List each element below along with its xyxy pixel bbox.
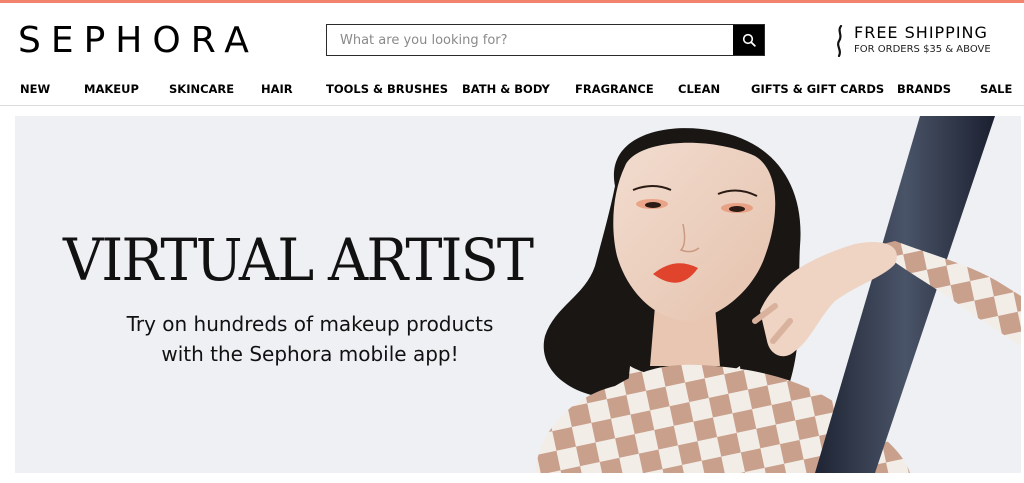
sephora-flame-icon bbox=[837, 25, 843, 57]
hero-subtitle: Try on hundreds of makeup products with … bbox=[75, 309, 545, 369]
hero-model-image bbox=[535, 116, 1021, 473]
search-icon bbox=[742, 33, 756, 47]
page-bottom-spacer bbox=[15, 473, 1021, 483]
main-nav: NEW MAKEUP SKINCARE HAIR TOOLS & BRUSHES… bbox=[0, 73, 1024, 106]
nav-item-gifts-gift-cards[interactable]: GIFTS & GIFT CARDS bbox=[751, 82, 884, 96]
hero-banner[interactable]: VIRTUAL ARTIST Try on hundreds of makeup… bbox=[15, 116, 1021, 473]
nav-item-fragrance[interactable]: FRAGRANCE bbox=[575, 82, 654, 96]
search-bar bbox=[326, 24, 765, 56]
nav-item-sale[interactable]: SALE bbox=[980, 82, 1012, 96]
sephora-logo[interactable]: SEPHORA bbox=[18, 21, 259, 61]
nav-item-brands[interactable]: BRANDS bbox=[897, 82, 951, 96]
hero-title: VIRTUAL ARTIST bbox=[63, 226, 534, 294]
nav-item-makeup[interactable]: MAKEUP bbox=[84, 82, 139, 96]
hero-subtitle-line-1: Try on hundreds of makeup products bbox=[126, 312, 494, 336]
hero-subtitle-line-2: with the Sephora mobile app! bbox=[161, 342, 459, 366]
nav-item-bath-body[interactable]: BATH & BODY bbox=[462, 82, 550, 96]
search-input[interactable] bbox=[327, 25, 732, 55]
free-shipping-subtitle[interactable]: FOR ORDERS $35 & ABOVE bbox=[854, 44, 991, 56]
nav-item-new[interactable]: NEW bbox=[20, 82, 50, 96]
free-shipping-title[interactable]: FREE SHIPPING bbox=[854, 23, 988, 43]
nav-item-tools-brushes[interactable]: TOOLS & BRUSHES bbox=[326, 82, 448, 96]
nav-item-hair[interactable]: HAIR bbox=[261, 82, 293, 96]
nav-item-clean[interactable]: CLEAN bbox=[678, 82, 720, 96]
nav-item-skincare[interactable]: SKINCARE bbox=[169, 82, 234, 96]
search-button[interactable] bbox=[733, 25, 764, 55]
site-header: SEPHORA FREE SHIPPING FOR ORDERS $35 & A… bbox=[0, 3, 1024, 73]
